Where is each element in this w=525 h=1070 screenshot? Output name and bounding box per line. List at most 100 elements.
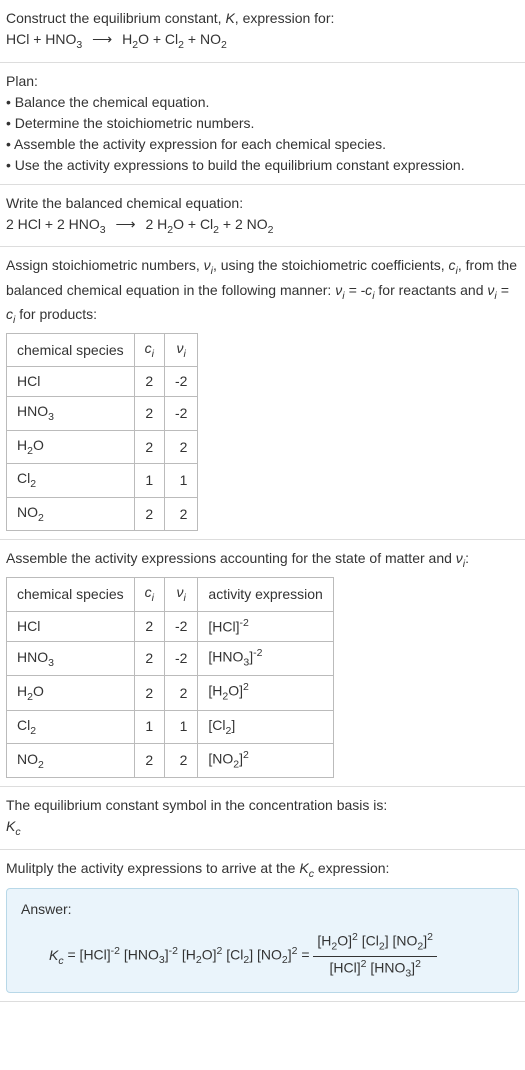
table-row: chemical species ci νi activity expressi…	[7, 578, 334, 612]
eqn: νi = -ci	[335, 282, 374, 298]
cell-ci: 1	[134, 710, 164, 744]
sub: 2	[38, 512, 44, 524]
plan-section: Plan: • Balance the chemical equation. •…	[0, 63, 525, 185]
c-i: ci	[449, 257, 458, 273]
cell-species: HCl	[7, 611, 135, 642]
cell-activity: [H2O]2	[198, 676, 333, 710]
table-row: HNO3 2 -2 [HNO3]-2	[7, 642, 334, 676]
nu-i: νi	[456, 550, 465, 566]
table-row: H2O 2 2	[7, 430, 198, 464]
plan-bullet: • Determine the stoichiometric numbers.	[6, 113, 519, 134]
cell-activity: [HNO3]-2	[198, 642, 333, 676]
kc-expression: Kc = [HCl]-2 [HNO3]-2 [H2O]2 [Cl2] [NO2]…	[21, 930, 504, 981]
cell-vi: 2	[164, 430, 197, 464]
cell-species: HNO3	[7, 642, 135, 676]
cell-vi: -2	[164, 397, 197, 431]
cell-activity: [NO2]2	[198, 744, 333, 778]
text: NO	[17, 504, 38, 520]
text: The equilibrium constant symbol in the c…	[6, 795, 519, 816]
arrow-icon: ⟶	[92, 29, 112, 50]
arrow-icon: ⟶	[115, 214, 135, 235]
text: H	[17, 437, 27, 453]
answer-box: Answer: Kc = [HCl]-2 [HNO3]-2 [H2O]2 [Cl…	[6, 888, 519, 992]
text: HCl + HNO	[6, 31, 76, 47]
text: Construct the equilibrium constant,	[6, 10, 225, 26]
plan-bullet: • Balance the chemical equation.	[6, 92, 519, 113]
balanced-equation: 2 HCl + 2 HNO3 ⟶ 2 H2O + Cl2 + 2 NO2	[6, 214, 519, 239]
text: , expression for:	[235, 10, 335, 26]
cell-vi: 2	[164, 497, 197, 531]
kc-symbol-section: The equilibrium constant symbol in the c…	[0, 787, 525, 850]
text: for reactants and	[375, 282, 488, 298]
balanced-eq-section: Write the balanced chemical equation: 2 …	[0, 185, 525, 248]
cell-species: HCl	[7, 367, 135, 397]
text: for products:	[15, 306, 97, 322]
cell-activity: [HCl]-2	[198, 611, 333, 642]
sub: 2	[221, 39, 227, 51]
cell-ci: 2	[134, 430, 164, 464]
cell-vi: -2	[164, 367, 197, 397]
cell-species: NO2	[7, 744, 135, 778]
cell-ci: 2	[134, 676, 164, 710]
cell-ci: 2	[134, 497, 164, 531]
text: HCl	[17, 373, 40, 389]
cell-species: H2O	[7, 430, 135, 464]
cell-species: H2O	[7, 676, 135, 710]
text: O + Cl	[138, 31, 178, 47]
table-row: NO2 2 2	[7, 497, 198, 531]
text: Mulitply the activity expressions to arr…	[6, 860, 299, 876]
prompt-line1: Construct the equilibrium constant, K, e…	[6, 8, 519, 29]
stoich-section: Assign stoichiometric numbers, νi, using…	[0, 247, 525, 540]
numerator: [H2O]2 [Cl2] [NO2]2	[313, 930, 437, 956]
cell-vi: 2	[164, 744, 197, 778]
nu-i: νi	[204, 257, 213, 273]
table-row: Cl2 1 1	[7, 464, 198, 498]
text: Determine the stoichiometric numbers.	[15, 115, 255, 131]
plan-title: Plan:	[6, 71, 519, 92]
table-row: HNO3 2 -2	[7, 397, 198, 431]
cell-vi: -2	[164, 611, 197, 642]
table-row: H2O 2 2 [H2O]2	[7, 676, 334, 710]
text: Assign stoichiometric numbers,	[6, 257, 204, 273]
final-section: Mulitply the activity expressions to arr…	[0, 850, 525, 1002]
cell-species: NO2	[7, 497, 135, 531]
cell-species: HNO3	[7, 397, 135, 431]
table-row: chemical species ci νi	[7, 333, 198, 367]
kc-symbol: Kc	[6, 816, 519, 841]
th-vi: νi	[164, 333, 197, 367]
text: , using the stoichiometric coefficients,	[213, 257, 449, 273]
sub: 2	[30, 478, 36, 490]
text: HNO	[17, 403, 48, 419]
kc: Kc	[299, 860, 314, 876]
unbalanced-equation: HCl + HNO3 ⟶ H2O + Cl2 + NO2	[6, 29, 519, 54]
th-species: chemical species	[7, 578, 135, 612]
plan-bullet: • Use the activity expressions to build …	[6, 155, 519, 176]
text: O	[33, 437, 44, 453]
text: Balance the chemical equation.	[15, 94, 210, 110]
cell-ci: 2	[134, 611, 164, 642]
table-row: NO2 2 2 [NO2]2	[7, 744, 334, 778]
cell-ci: 2	[134, 397, 164, 431]
fraction: [H2O]2 [Cl2] [NO2]2 [HCl]2 [HNO3]2	[313, 930, 437, 981]
sub: 3	[48, 411, 54, 423]
cell-species: Cl2	[7, 710, 135, 744]
cell-vi: 2	[164, 676, 197, 710]
cell-activity: [Cl2]	[198, 710, 333, 744]
cell-ci: 2	[134, 744, 164, 778]
cell-ci: 2	[134, 642, 164, 676]
stoich-intro: Assign stoichiometric numbers, νi, using…	[6, 255, 519, 329]
text: :	[465, 550, 469, 566]
cell-vi: -2	[164, 642, 197, 676]
cell-ci: 2	[134, 367, 164, 397]
th-species: chemical species	[7, 333, 135, 367]
th-activity: activity expression	[198, 578, 333, 612]
cell-ci: 1	[134, 464, 164, 498]
table-row: Cl2 1 1 [Cl2]	[7, 710, 334, 744]
activity-section: Assemble the activity expressions accoun…	[0, 540, 525, 787]
cell-vi: 1	[164, 710, 197, 744]
final-intro: Mulitply the activity expressions to arr…	[6, 858, 519, 883]
text: expression:	[314, 860, 389, 876]
stoich-table: chemical species ci νi HCl 2 -2 HNO3 2 -…	[6, 333, 198, 532]
sub: 3	[76, 39, 82, 51]
cell-species: Cl2	[7, 464, 135, 498]
